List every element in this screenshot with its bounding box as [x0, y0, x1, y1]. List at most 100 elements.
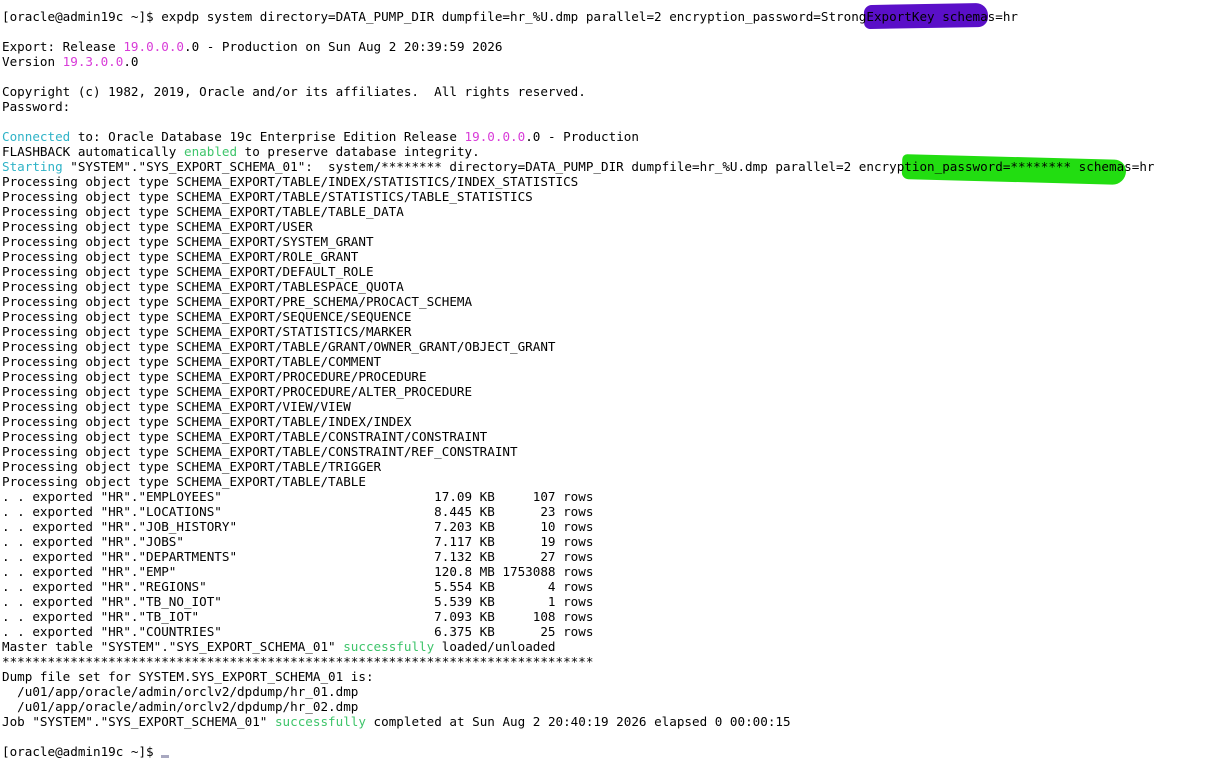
terminal-text: /u01/app/oracle/admin/orclv2/dpdump/hr_0…	[2, 684, 359, 699]
terminal-line: Password:	[2, 99, 70, 114]
terminal-line: Starting "SYSTEM"."SYS_EXPORT_SCHEMA_01"…	[2, 159, 1155, 174]
terminal-text: loaded/unloaded	[434, 639, 556, 654]
terminal-line: [oracle@admin19c ~]$	[2, 744, 170, 759]
terminal-line: . . exported "HR"."COUNTRIES" 6.375 KB 2…	[2, 624, 593, 639]
terminal-line: . . exported "HR"."JOBS" 7.117 KB 19 row…	[2, 534, 593, 549]
terminal-text: completed at Sun Aug 2 20:40:19 2026 ela…	[365, 714, 791, 729]
terminal-line: Master table "SYSTEM"."SYS_EXPORT_SCHEMA…	[2, 639, 556, 654]
terminal-text: to preserve database integrity.	[237, 144, 480, 159]
terminal-text: Processing object type SCHEMA_EXPORT/TAB…	[2, 354, 382, 369]
terminal-text: . . exported "HR"."DEPARTMENTS" 7.132 KB…	[2, 549, 594, 564]
terminal-line: Processing object type SCHEMA_EXPORT/VIE…	[2, 399, 351, 414]
terminal-text: Copyright (c) 1982, 2019, Oracle and/or …	[2, 84, 586, 99]
terminal-line: Processing object type SCHEMA_EXPORT/TAB…	[2, 279, 404, 294]
terminal-line: Version 19.3.0.0.0	[2, 54, 139, 69]
terminal-line: Processing object type SCHEMA_EXPORT/TAB…	[2, 354, 381, 369]
terminal-text: . . exported "HR"."TB_IOT" 7.093 KB 108 …	[2, 609, 594, 624]
terminal-text: 19.0.0.0	[464, 129, 526, 144]
terminal-text: Processing object type SCHEMA_EXPORT/PRO…	[2, 369, 427, 384]
terminal-line: Processing object type SCHEMA_EXPORT/SEQ…	[2, 309, 411, 324]
terminal-text: /u01/app/oracle/admin/orclv2/dpdump/hr_0…	[2, 699, 359, 714]
terminal-line: Processing object type SCHEMA_EXPORT/SYS…	[2, 234, 374, 249]
terminal-text: Processing object type SCHEMA_EXPORT/ROL…	[2, 249, 359, 264]
terminal-line: ****************************************…	[2, 654, 593, 669]
terminal-line: . . exported "HR"."TB_NO_IOT" 5.539 KB 1…	[2, 594, 593, 609]
terminal-text: Processing object type SCHEMA_EXPORT/TAB…	[2, 204, 404, 219]
terminal-text: 19.3.0.0	[62, 54, 124, 69]
terminal-text: [oracle@admin19c ~]$ expdp system direct…	[2, 9, 821, 24]
terminal-text: Job "SYSTEM"."SYS_EXPORT_SCHEMA_01"	[2, 714, 275, 729]
terminal-text: . . exported "HR"."LOCATIONS" 8.445 KB 2…	[2, 504, 594, 519]
terminal-text: Processing object type SCHEMA_EXPORT/TAB…	[2, 339, 556, 354]
terminal-text: Dump file set for SYSTEM.SYS_EXPORT_SCHE…	[2, 669, 374, 684]
terminal-text: Starting	[2, 159, 63, 174]
terminal-line: . . exported "HR"."JOB_HISTORY" 7.203 KB…	[2, 519, 593, 534]
terminal-window[interactable]: [oracle@admin19c ~]$ expdp system direct…	[0, 0, 1223, 762]
terminal-line: Processing object type SCHEMA_EXPORT/TAB…	[2, 339, 556, 354]
terminal-text: Processing object type SCHEMA_EXPORT/STA…	[2, 324, 412, 339]
terminal-line: Processing object type SCHEMA_EXPORT/TAB…	[2, 459, 381, 474]
terminal-line: Processing object type SCHEMA_EXPORT/TAB…	[2, 429, 487, 444]
terminal-text: Version	[2, 54, 63, 69]
terminal-line: Dump file set for SYSTEM.SYS_EXPORT_SCHE…	[2, 669, 374, 684]
terminal-line: Processing object type SCHEMA_EXPORT/STA…	[2, 324, 411, 339]
terminal-text: "SYSTEM"."SYS_EXPORT_SCHEMA_01": system/…	[62, 159, 1155, 174]
terminal-text: successfully	[274, 714, 366, 729]
terminal-line: Processing object type SCHEMA_EXPORT/TAB…	[2, 204, 404, 219]
terminal-text: Export: Release	[2, 39, 124, 54]
terminal-text: FLASHBACK automatically	[2, 144, 184, 159]
terminal-text: Processing object type SCHEMA_EXPORT/TAB…	[2, 459, 382, 474]
terminal-text: to: Oracle Database 19c Enterprise Editi…	[70, 129, 465, 144]
terminal-line: . . exported "HR"."EMPLOYEES" 17.09 KB 1…	[2, 489, 593, 504]
terminal-text: Processing object type SCHEMA_EXPORT/TAB…	[2, 444, 518, 459]
terminal-text: Processing object type SCHEMA_EXPORT/SYS…	[2, 234, 374, 249]
terminal-line: [oracle@admin19c ~]$ expdp system direct…	[2, 9, 1018, 24]
terminal-text: Processing object type SCHEMA_EXPORT/TAB…	[2, 189, 533, 204]
terminal-text: . . exported "HR"."TB_NO_IOT" 5.539 KB 1…	[2, 594, 594, 609]
terminal-text: . . exported "HR"."EMP" 120.8 MB 1753088…	[2, 564, 594, 579]
terminal-text: Processing object type SCHEMA_EXPORT/TAB…	[2, 414, 412, 429]
terminal-text: successfully	[343, 639, 435, 654]
terminal-text: Processing object type SCHEMA_EXPORT/VIE…	[2, 399, 351, 414]
terminal-text: . . exported "HR"."JOB_HISTORY" 7.203 KB…	[2, 519, 594, 534]
terminal-line: Job "SYSTEM"."SYS_EXPORT_SCHEMA_01" succ…	[2, 714, 791, 729]
terminal-text: .0 - Production	[525, 129, 639, 144]
terminal-text: Processing object type SCHEMA_EXPORT/USE…	[2, 219, 313, 234]
terminal-line: /u01/app/oracle/admin/orclv2/dpdump/hr_0…	[2, 684, 358, 699]
terminal-text: Processing object type SCHEMA_EXPORT/TAB…	[2, 429, 488, 444]
terminal-text: . . exported "HR"."JOBS" 7.117 KB 19 row…	[2, 534, 594, 549]
terminal-line: . . exported "HR"."REGIONS" 5.554 KB 4 r…	[2, 579, 593, 594]
terminal-line: . . exported "HR"."TB_IOT" 7.093 KB 108 …	[2, 609, 593, 624]
terminal-text: Processing object type SCHEMA_EXPORT/TAB…	[2, 474, 366, 489]
terminal-line: . . exported "HR"."EMP" 120.8 MB 1753088…	[2, 564, 593, 579]
terminal-line: /u01/app/oracle/admin/orclv2/dpdump/hr_0…	[2, 699, 358, 714]
terminal-line: Processing object type SCHEMA_EXPORT/TAB…	[2, 414, 411, 429]
terminal-text: 19.0.0.0	[123, 39, 184, 54]
terminal-text: .0 - Production on Sun Aug 2 20:39:59 20…	[184, 39, 503, 54]
terminal-line: Processing object type SCHEMA_EXPORT/TAB…	[2, 444, 518, 459]
terminal-line: . . exported "HR"."LOCATIONS" 8.445 KB 2…	[2, 504, 593, 519]
terminal-line: Processing object type SCHEMA_EXPORT/TAB…	[2, 474, 366, 489]
terminal-line: Processing object type SCHEMA_EXPORT/TAB…	[2, 189, 533, 204]
terminal-text: . . exported "HR"."EMPLOYEES" 17.09 KB 1…	[2, 489, 594, 504]
terminal-line: Copyright (c) 1982, 2019, Oracle and/or …	[2, 84, 586, 99]
terminal-text: StrongExportKey	[820, 9, 935, 24]
terminal-line: Processing object type SCHEMA_EXPORT/PRE…	[2, 294, 472, 309]
terminal-text: Password:	[2, 99, 71, 114]
terminal-line: Processing object type SCHEMA_EXPORT/DEF…	[2, 264, 374, 279]
terminal-line: FLASHBACK automatically enabled to prese…	[2, 144, 480, 159]
terminal-text: enabled	[183, 144, 238, 159]
terminal-line: Processing object type SCHEMA_EXPORT/PRO…	[2, 384, 472, 399]
terminal-text: Connected	[2, 129, 71, 144]
terminal-text: Processing object type SCHEMA_EXPORT/PRO…	[2, 384, 473, 399]
terminal-text: Processing object type SCHEMA_EXPORT/TAB…	[2, 174, 579, 189]
terminal-text: schemas=hr	[934, 9, 1019, 24]
terminal-text: Processing object type SCHEMA_EXPORT/DEF…	[2, 264, 374, 279]
terminal-text: [oracle@admin19c ~]$	[2, 744, 162, 759]
terminal-text: . . exported "HR"."REGIONS" 5.554 KB 4 r…	[2, 579, 594, 594]
terminal-line: Processing object type SCHEMA_EXPORT/USE…	[2, 219, 313, 234]
terminal-text: Processing object type SCHEMA_EXPORT/PRE…	[2, 294, 473, 309]
terminal-text: . . exported "HR"."COUNTRIES" 6.375 KB 2…	[2, 624, 594, 639]
terminal-line: . . exported "HR"."DEPARTMENTS" 7.132 KB…	[2, 549, 593, 564]
terminal-text: Processing object type SCHEMA_EXPORT/SEQ…	[2, 309, 412, 324]
